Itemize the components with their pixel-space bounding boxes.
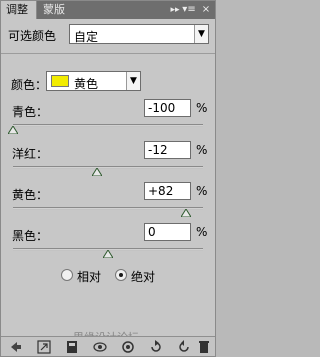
slider-thumb-black[interactable]	[103, 250, 113, 258]
divider	[1, 53, 215, 54]
panel-menu-icon[interactable]: ▾≡	[181, 4, 197, 16]
black-input[interactable]: 0	[144, 223, 191, 241]
slider-label-cyan: 青色：	[12, 105, 49, 119]
preset-dropdown[interactable]: 自定 ▼	[69, 24, 209, 44]
slider-thumb-yellow[interactable]	[180, 209, 191, 217]
colors-label: 颜色：	[11, 78, 48, 92]
slider-label-yellow: 黄色：	[12, 188, 49, 202]
radio-dot-relative[interactable]	[61, 269, 73, 281]
slider-magenta: 洋红： -12 %	[1, 141, 215, 181]
slider-yellow: 黄色： +82 %	[1, 182, 215, 222]
percent-unit: %	[196, 143, 208, 157]
absolute-radio[interactable]: 绝对	[115, 268, 185, 286]
chevron-down-icon[interactable]: ▼	[194, 25, 208, 43]
colors-value: 黄色	[74, 77, 99, 91]
preset-row: 可选颜色 自定 ▼	[1, 19, 215, 49]
colors-dropdown[interactable]: 黄色 ▼	[46, 71, 141, 91]
adjustments-panel: 调整 蒙版 ▸▸ ▾≡ × 可选颜色 自定 ▼ 颜色： 黄色 ▼ 青色： -10…	[0, 0, 216, 357]
panel-tab-bar: 调整 蒙版 ▸▸ ▾≡ ×	[1, 1, 215, 19]
preset-value: 自定	[74, 30, 99, 44]
slider-black: 黑色： 0 %	[1, 223, 215, 263]
slider-label-black: 黑色：	[12, 229, 49, 243]
collapse-icon[interactable]: ▸▸	[169, 4, 181, 16]
percent-unit: %	[196, 225, 208, 239]
slider-label-magenta: 洋红：	[12, 147, 49, 161]
slider-thumb-cyan[interactable]	[8, 126, 18, 134]
view-previous-icon[interactable]	[121, 340, 135, 354]
expand-view-icon[interactable]	[37, 340, 51, 354]
absolute-label: 绝对	[131, 270, 156, 284]
slider-thumb-magenta[interactable]	[91, 168, 102, 176]
delete-icon[interactable]	[197, 340, 211, 354]
tab-adjustments[interactable]: 调整	[1, 1, 37, 19]
percent-unit: %	[196, 101, 208, 115]
tab-masks[interactable]: 蒙版	[38, 1, 74, 19]
refresh-icon[interactable]	[177, 340, 191, 354]
magenta-input[interactable]: -12	[144, 141, 191, 159]
slider-track-cyan[interactable]	[13, 124, 203, 127]
slider-track-magenta[interactable]	[13, 166, 203, 169]
slider-cyan: 青色： -100 %	[1, 99, 215, 139]
radio-dot-absolute[interactable]	[115, 269, 127, 281]
panel-bottom-toolbar	[1, 336, 215, 356]
cyan-input[interactable]: -100	[144, 99, 191, 117]
slider-track-yellow[interactable]	[13, 207, 203, 210]
back-arrow-icon[interactable]	[9, 340, 23, 354]
eye-icon[interactable]	[93, 340, 107, 354]
chevron-down-icon[interactable]: ▼	[126, 72, 140, 90]
relative-label: 相对	[77, 270, 102, 284]
color-swatch	[51, 75, 69, 87]
clip-layer-icon[interactable]	[65, 340, 79, 354]
close-icon[interactable]: ×	[200, 4, 212, 16]
reset-icon[interactable]	[149, 340, 163, 354]
percent-unit: %	[196, 184, 208, 198]
panel-title: 可选颜色	[8, 29, 57, 43]
yellow-input[interactable]: +82	[144, 182, 191, 200]
